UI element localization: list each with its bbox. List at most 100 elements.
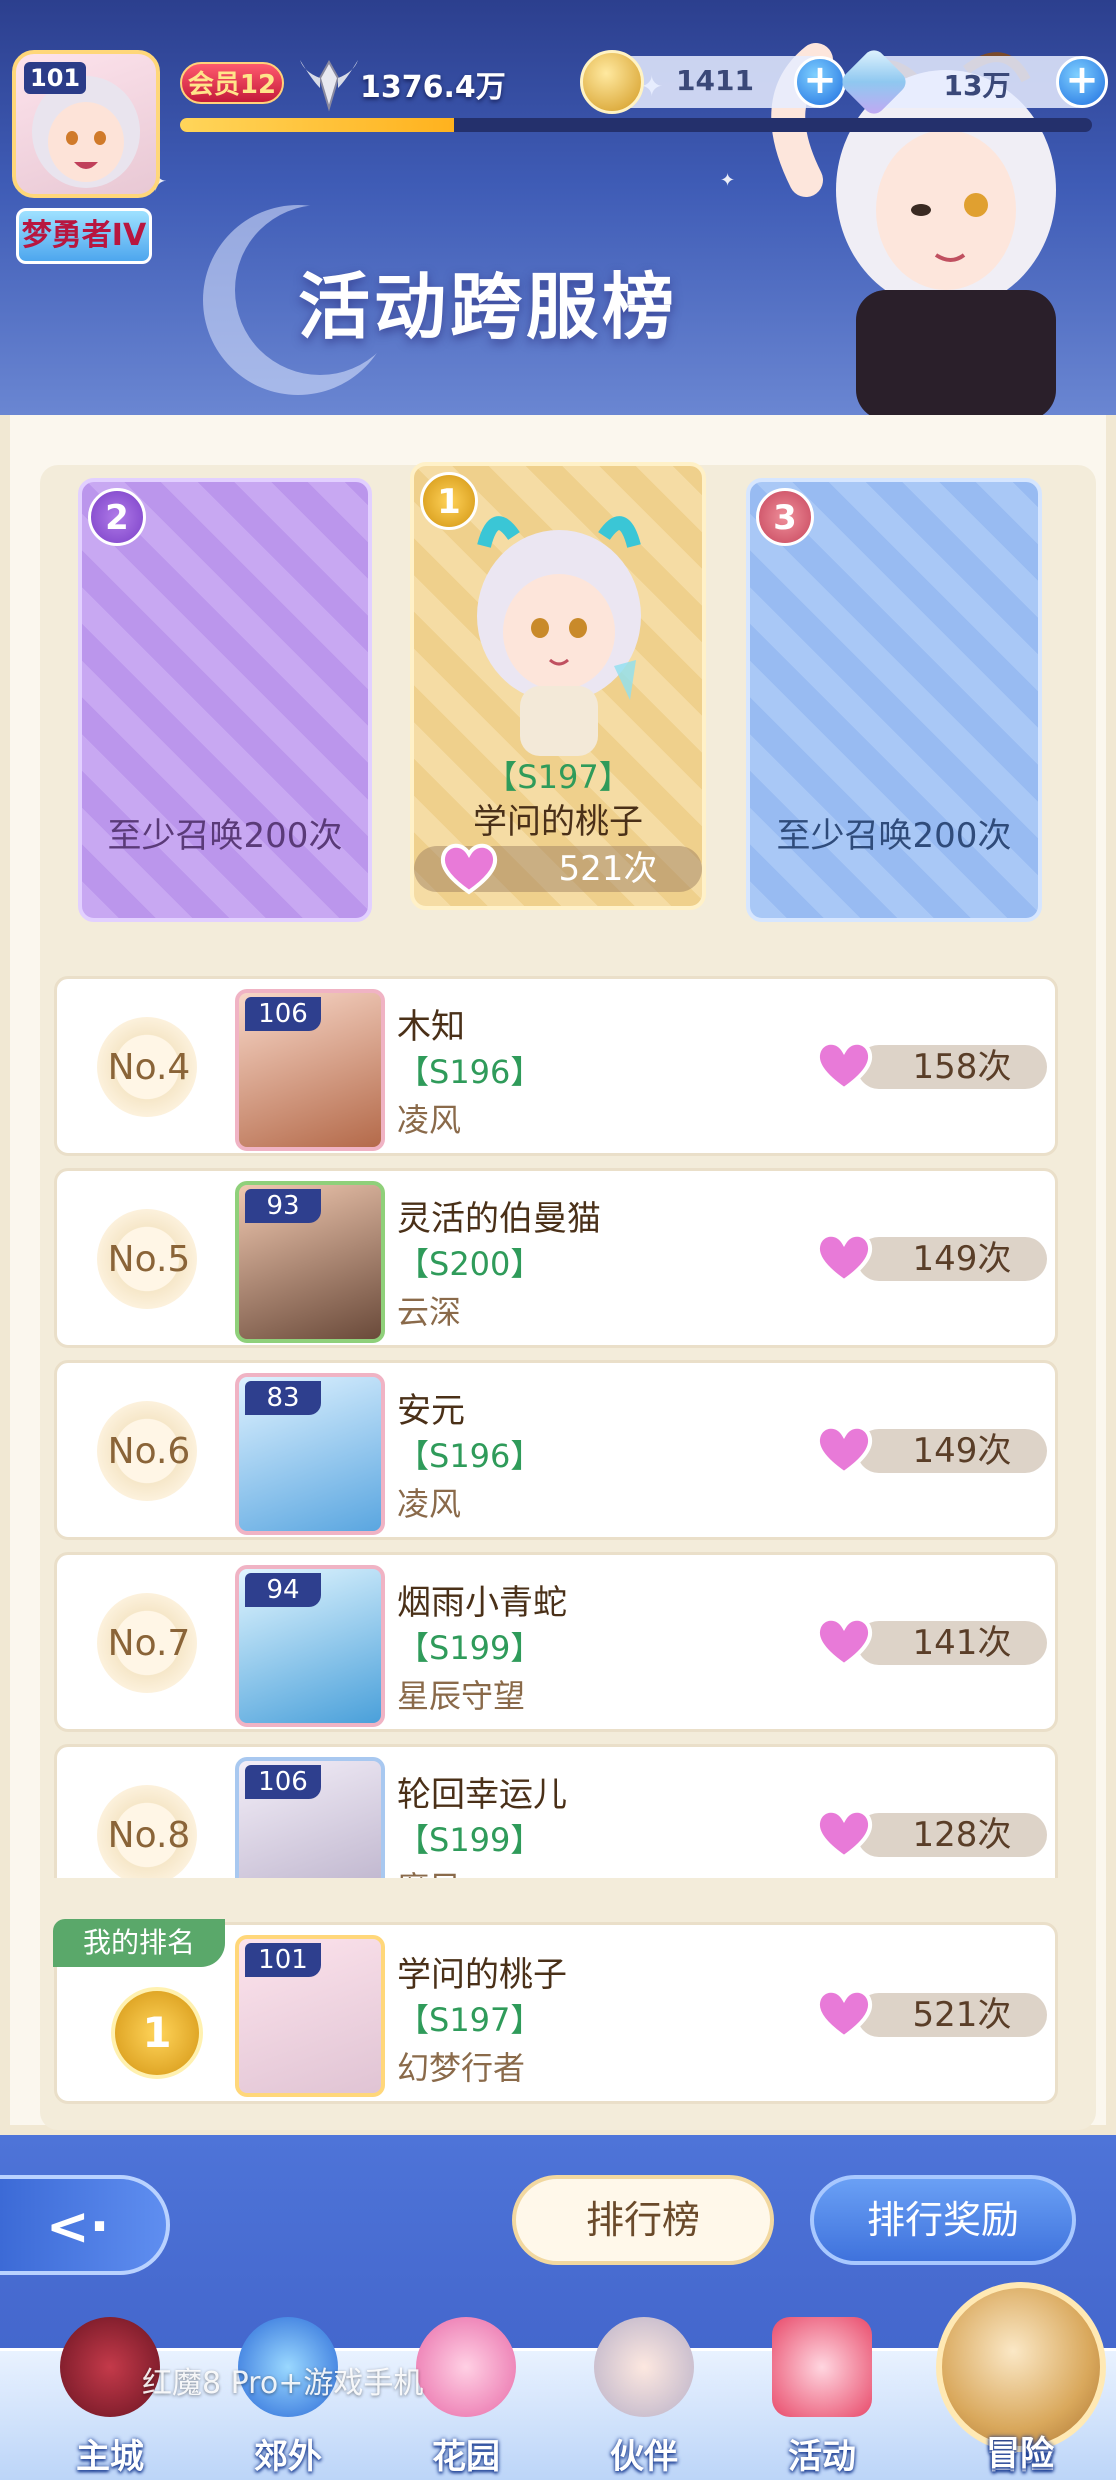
my-rank-row[interactable]: 我的排名 1 101 学问的桃子 【S197】 幻梦行者 521次 — [53, 1919, 1058, 2104]
player-server: 【S196】 — [397, 1053, 543, 1091]
player-server: 【S197】 — [397, 2001, 543, 2039]
list-item[interactable]: No.6 83 安元 【S196】 凌风 149次 — [54, 1360, 1058, 1540]
player-level: 101 — [245, 1943, 321, 1977]
nav-label: 郊外 — [254, 2437, 322, 2477]
add-gold-button[interactable]: + — [794, 56, 846, 108]
player-guild: 魔风 — [397, 1863, 461, 1878]
player-server: 【S196】 — [397, 1437, 543, 1475]
vip-badge[interactable]: 会员12 — [180, 62, 284, 104]
device-watermark: 红魔8 Pro+游戏手机 — [142, 2366, 424, 2401]
summon-heart-icon — [815, 1232, 873, 1284]
nav-adventure-label: 冒险 — [986, 2434, 1054, 2474]
summon-heart-icon — [815, 1040, 873, 1092]
player-name: 烟雨小青蛇 — [397, 1583, 567, 1623]
back-arrow-icon: <· — [46, 2197, 110, 2257]
gold-currency: 1411 + — [580, 50, 846, 114]
leaderboard-tab-button[interactable]: 排行榜 — [512, 2175, 774, 2265]
rank-number: No.4 — [107, 1047, 191, 1088]
partner-avatar-icon — [594, 2317, 694, 2417]
player-avatar[interactable]: 93 — [235, 1181, 385, 1343]
list-item[interactable]: No.7 94 烟雨小青蛇 【S199】 星辰守望 141次 — [54, 1552, 1058, 1732]
podium-third[interactable]: 3 至少召唤200次 — [746, 478, 1042, 922]
ranking-list[interactable]: No.4 106 木知 【S196】 凌风 158次 No.5 93 灵活的伯曼… — [0, 960, 1116, 1878]
player-name: 安元 — [397, 1391, 465, 1431]
player-guild: 云深 — [397, 1293, 462, 1331]
summon-count: 128次 — [912, 1815, 1012, 1855]
player-level: 94 — [245, 1573, 321, 1607]
power-wings-icon — [300, 59, 358, 112]
champion-name: 学问的桃子 — [473, 802, 643, 842]
player-guild: 凌风 — [397, 1485, 462, 1523]
nav-label: 伙伴 — [610, 2437, 678, 2477]
player-guild: 凌风 — [397, 1101, 462, 1139]
nav-label: 活动 — [788, 2437, 856, 2477]
player-guild: 幻梦行者 — [397, 2049, 526, 2087]
header-banner: ✦ ✦ ✦ 101 梦勇者IV 会员12 1376.4万 1411 — [0, 0, 1116, 415]
summon-heart-icon — [440, 843, 498, 895]
exp-bar-fill — [180, 118, 454, 132]
player-avatar[interactable]: 94 — [235, 1565, 385, 1727]
player-avatar[interactable]: 83 — [235, 1373, 385, 1535]
diamond-value: 13万 — [943, 69, 1011, 102]
podium-first[interactable]: 1 【S197】 学问的桃子 521次 — [410, 462, 706, 910]
gold-coin-icon — [580, 50, 644, 114]
podium-third-requirement: 至少召唤200次 — [776, 816, 1012, 856]
page-title: 活动跨服榜 — [298, 265, 679, 349]
list-item[interactable]: No.4 106 木知 【S196】 凌风 158次 — [54, 976, 1058, 1156]
player-name: 灵活的伯曼猫 — [397, 1199, 601, 1239]
player-level: 106 — [245, 997, 321, 1031]
summon-heart-icon — [815, 1808, 873, 1860]
player-avatar[interactable]: 101 — [235, 1935, 385, 2097]
summon-count: 149次 — [912, 1239, 1012, 1279]
gift-box-icon — [772, 2317, 872, 2417]
rank-2-medal-icon: 2 — [88, 488, 146, 546]
rank-number: No.5 — [107, 1239, 191, 1280]
summon-heart-icon — [815, 1988, 873, 2040]
my-rank-tag: 我的排名 — [53, 1919, 225, 1967]
champion-avatar — [477, 516, 641, 756]
exp-bar — [180, 118, 1092, 132]
player-server: 【S199】 — [397, 1821, 543, 1859]
rank-1-medal-icon: 1 — [111, 1987, 203, 2079]
diamond-currency: 13万 + — [837, 45, 1108, 119]
rank-rewards-button[interactable]: 排行奖励 — [810, 2175, 1076, 2265]
podium-second-requirement: 至少召唤200次 — [107, 816, 343, 856]
summon-heart-icon — [815, 1424, 873, 1476]
list-item[interactable]: No.8 106 轮回幸运儿 【S199】 魔风 128次 — [54, 1744, 1058, 1878]
list-item[interactable]: No.5 93 灵活的伯曼猫 【S200】 云深 149次 — [54, 1168, 1058, 1348]
gold-value: 1411 — [676, 64, 754, 97]
player-level: 83 — [245, 1381, 321, 1415]
summon-count: 149次 — [912, 1431, 1012, 1471]
rank-3-medal-icon: 3 — [756, 488, 814, 546]
nav-partners[interactable]: 伙伴 — [554, 2317, 734, 2480]
podium-second[interactable]: 2 至少召唤200次 — [78, 478, 372, 922]
player-level: 106 — [245, 1765, 321, 1799]
champion-server: 【S197】 — [485, 758, 631, 796]
nav-events[interactable]: 活动 — [732, 2317, 912, 2480]
champion-count: 521次 — [558, 849, 658, 889]
player-level: 101 — [24, 62, 87, 94]
summon-heart-icon — [815, 1616, 873, 1668]
player-name: 学问的桃子 — [397, 1955, 567, 1995]
player-guild: 星辰守望 — [397, 1677, 526, 1715]
heart-garden-icon — [416, 2317, 516, 2417]
nav-label: 花园 — [432, 2437, 500, 2477]
summon-count: 158次 — [912, 1047, 1012, 1087]
rank-number: No.6 — [107, 1431, 191, 1472]
player-server: 【S200】 — [397, 1245, 543, 1283]
rank-number: No.8 — [107, 1815, 191, 1856]
rank-number: No.7 — [107, 1623, 191, 1664]
player-name: 轮回幸运儿 — [397, 1775, 567, 1815]
summon-count: 521次 — [912, 1995, 1012, 2035]
nav-label: 主城 — [76, 2437, 144, 2477]
player-title-badge: 梦勇者IV — [16, 208, 152, 264]
player-avatar[interactable]: 106 — [235, 989, 385, 1151]
combat-power: 1376.4万 — [360, 70, 506, 105]
player-name: 木知 — [397, 1007, 465, 1047]
add-diamond-button[interactable]: + — [1056, 56, 1108, 108]
player-avatar[interactable]: 106 — [235, 1757, 385, 1878]
summon-count: 141次 — [912, 1623, 1012, 1663]
back-button[interactable]: <· — [0, 2175, 170, 2275]
player-avatar[interactable]: 101 — [12, 50, 160, 198]
player-level: 93 — [245, 1189, 321, 1223]
